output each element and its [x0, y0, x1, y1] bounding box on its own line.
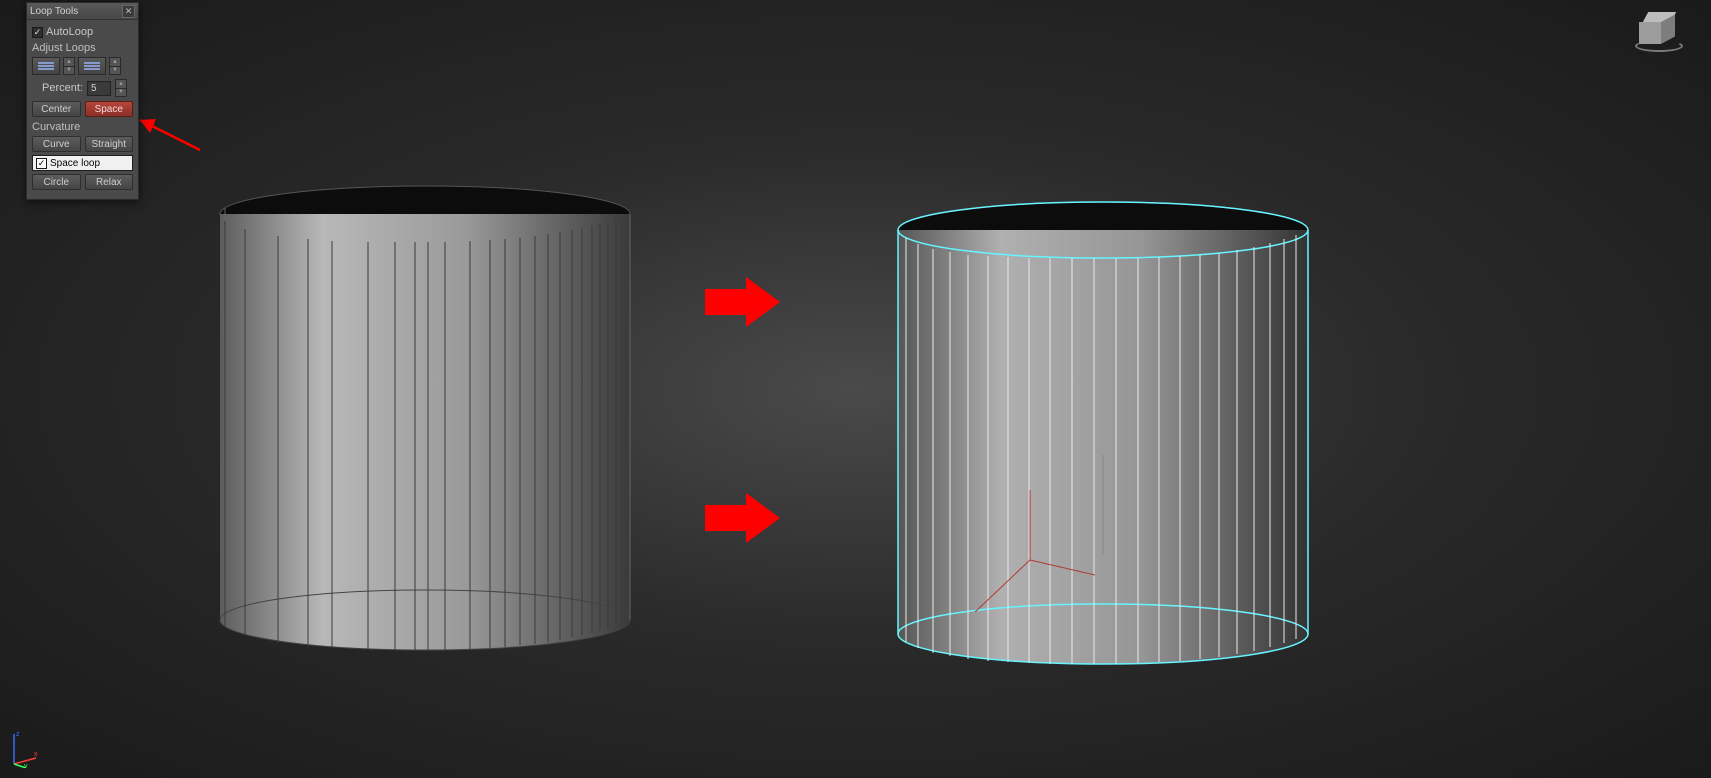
cylinder-before	[220, 186, 630, 650]
space-loop-field[interactable]: Space loop	[32, 155, 133, 171]
percent-input[interactable]: 5	[87, 81, 111, 96]
relax-button[interactable]: Relax	[85, 174, 134, 190]
world-axis-tripod: z x y	[10, 728, 40, 768]
panel-titlebar[interactable]: Loop Tools ✕	[27, 3, 138, 20]
object-gizmo	[975, 490, 1095, 612]
curve-button[interactable]: Curve	[32, 136, 81, 152]
axis-z-label: z	[16, 731, 20, 738]
close-icon[interactable]: ✕	[122, 5, 135, 18]
shift-spinner-2[interactable]: ▲▼	[109, 57, 121, 75]
panel-title: Loop Tools	[30, 6, 122, 17]
shift-loop-left-button[interactable]	[32, 57, 60, 75]
shift-loop-right-button[interactable]	[78, 57, 106, 75]
transform-arrow-1	[705, 277, 780, 327]
adjust-loops-label: Adjust Loops	[32, 42, 133, 54]
autoloop-checkbox[interactable]	[32, 27, 43, 38]
space-loop-label: Space loop	[50, 158, 100, 169]
axis-y-label: y	[24, 763, 28, 768]
space-loop-checkbox[interactable]	[36, 158, 47, 169]
callout-arrow	[140, 119, 200, 150]
shift-spinner-1[interactable]: ▲▼	[63, 57, 75, 75]
autoloop-label: AutoLoop	[46, 26, 93, 38]
percent-spinner[interactable]: ▲▼	[115, 79, 127, 97]
curvature-label: Curvature	[32, 121, 133, 133]
loop-tools-panel[interactable]: Loop Tools ✕ AutoLoop Adjust Loops ▲▼ ▲▼…	[26, 2, 139, 200]
viewport-scene[interactable]	[0, 0, 1711, 778]
transform-arrow-2	[705, 493, 780, 543]
straight-button[interactable]: Straight	[85, 136, 134, 152]
viewcube[interactable]	[1629, 12, 1689, 60]
cylinder-after	[898, 202, 1308, 664]
circle-button[interactable]: Circle	[32, 174, 81, 190]
percent-label: Percent:	[42, 82, 83, 94]
space-button[interactable]: Space	[85, 101, 134, 117]
center-button[interactable]: Center	[32, 101, 81, 117]
axis-x-label: x	[34, 751, 38, 758]
